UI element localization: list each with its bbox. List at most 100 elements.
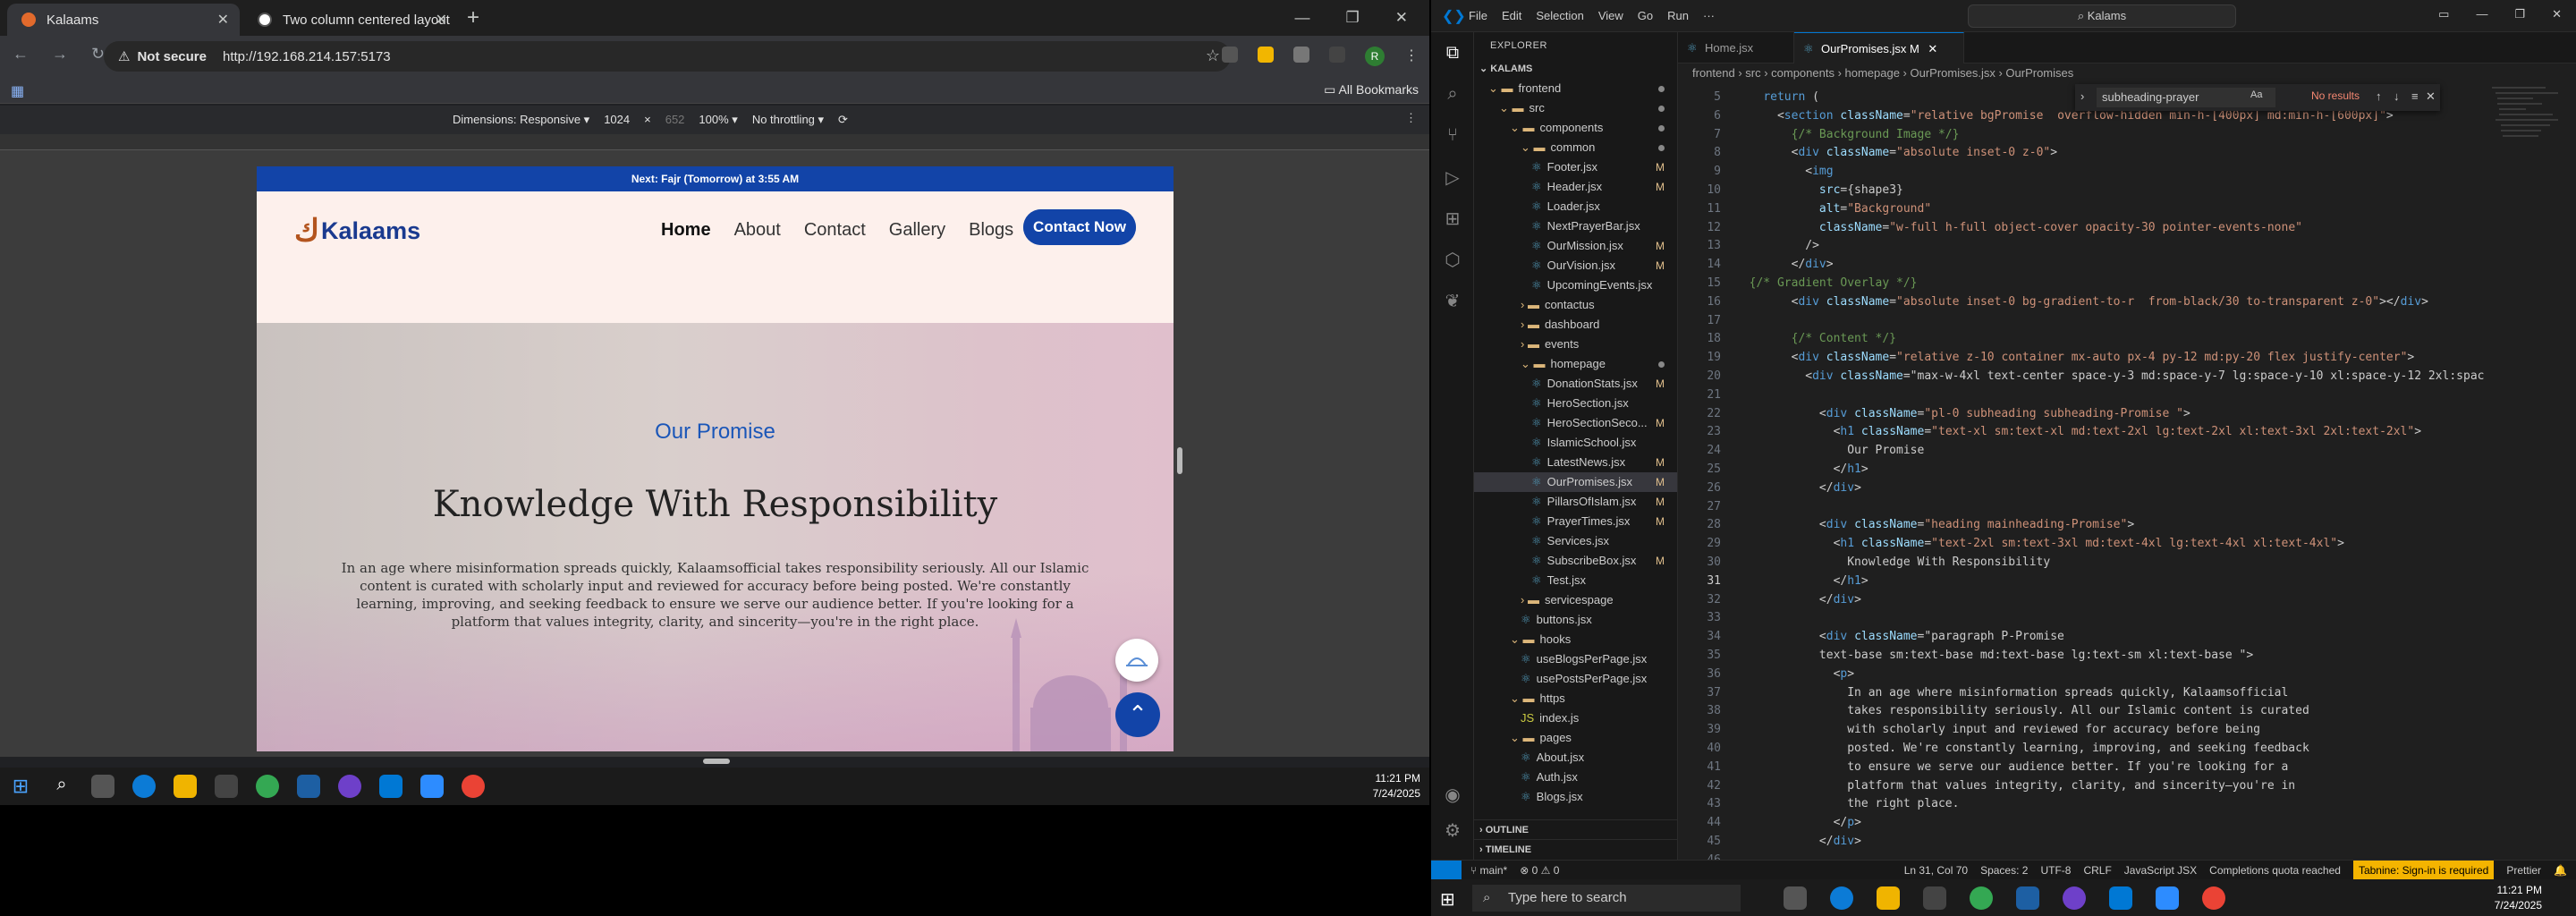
explorer-item[interactable]: ⌄ ▬ components bbox=[1474, 118, 1677, 138]
explorer-item[interactable]: ⚛ usePostsPerPage.jsx bbox=[1474, 669, 1677, 689]
chrome-icon[interactable] bbox=[1970, 886, 1993, 910]
back-icon[interactable]: ← bbox=[13, 45, 29, 64]
zoom-icon[interactable] bbox=[420, 775, 444, 798]
vscode-icon[interactable] bbox=[2109, 886, 2132, 910]
chrome-icon[interactable] bbox=[256, 775, 279, 798]
contact-now-button[interactable]: Contact Now bbox=[1023, 209, 1136, 245]
browser-tab-kalaams[interactable]: Kalaams ✕ bbox=[7, 4, 240, 36]
app-icon[interactable] bbox=[2016, 886, 2039, 910]
explorer-item[interactable]: ⌄ ▬ frontend bbox=[1474, 79, 1677, 98]
explorer-item[interactable]: ⚛ PillarsOfIslam.jsx M bbox=[1474, 492, 1677, 512]
minimap[interactable] bbox=[2492, 83, 2563, 262]
github-icon[interactable] bbox=[338, 775, 361, 798]
chevron-right-icon[interactable]: › bbox=[2080, 89, 2084, 103]
remote-indicator[interactable] bbox=[1431, 861, 1462, 880]
minimize-icon[interactable]: — bbox=[2476, 7, 2487, 21]
dimensions-select[interactable]: Dimensions: Responsive ▾ bbox=[453, 113, 589, 127]
store-icon[interactable] bbox=[1923, 886, 1946, 910]
nav-contact[interactable]: Contact bbox=[804, 220, 866, 241]
extensions-icon[interactable]: ⊞ bbox=[1442, 208, 1463, 229]
explorer-item[interactable]: ⌄ ▬ src bbox=[1474, 98, 1677, 118]
tab-home-jsx[interactable]: ⚛ Home.jsx bbox=[1678, 32, 1794, 64]
explorer-item[interactable]: › ▬ servicespage bbox=[1474, 590, 1677, 610]
zoom-icon[interactable] bbox=[2156, 886, 2179, 910]
height-input[interactable]: 652 bbox=[665, 113, 685, 127]
language-mode[interactable]: JavaScript JSX bbox=[2124, 861, 2197, 880]
run-debug-icon[interactable]: ▷ bbox=[1442, 166, 1463, 188]
layout-icon[interactable]: ▭ bbox=[2438, 7, 2449, 21]
nav-gallery[interactable]: Gallery bbox=[889, 220, 945, 241]
file-explorer-icon[interactable] bbox=[1877, 886, 1900, 910]
zoom-select[interactable]: 100% ▾ bbox=[699, 113, 737, 127]
close-window-icon[interactable]: ✕ bbox=[1395, 9, 1408, 27]
close-icon[interactable]: ✕ bbox=[2426, 89, 2436, 104]
explorer-item[interactable]: ⚛ SubscribeBox.jsx M bbox=[1474, 551, 1677, 571]
explorer-item[interactable]: ⚛ PrayerTimes.jsx M bbox=[1474, 512, 1677, 531]
menu-go[interactable]: Go bbox=[1638, 9, 1653, 22]
outline-section[interactable]: › OUTLINE bbox=[1474, 819, 1677, 839]
encoding[interactable]: UTF-8 bbox=[2040, 861, 2071, 880]
close-tab-icon[interactable]: ✕ bbox=[1928, 42, 1937, 55]
menu-more[interactable]: ··· bbox=[1703, 9, 1715, 22]
menu-run[interactable]: Run bbox=[1667, 9, 1689, 22]
explorer-item[interactable]: ⚛ Header.jsx M bbox=[1474, 177, 1677, 197]
extension-icon[interactable] bbox=[1222, 47, 1238, 63]
leaf-icon[interactable]: ❦ bbox=[1442, 290, 1463, 311]
app-icon[interactable] bbox=[297, 775, 320, 798]
problems-indicator[interactable]: ⊗ 0 ⚠ 0 bbox=[1520, 861, 1559, 880]
nav-about[interactable]: About bbox=[734, 220, 781, 241]
explorer-item[interactable]: ⚛ HeroSectionSeco... M bbox=[1474, 413, 1677, 433]
close-tab-icon[interactable]: ✕ bbox=[217, 11, 229, 29]
resize-handle-bottom[interactable] bbox=[703, 759, 730, 764]
search-icon[interactable]: ⌕ bbox=[50, 775, 73, 798]
download-icon[interactable] bbox=[1329, 47, 1345, 63]
timeline-section[interactable]: › TIMELINE bbox=[1474, 839, 1677, 859]
edge-icon[interactable] bbox=[132, 775, 156, 798]
explorer-item[interactable]: ⌄ ▬ hooks bbox=[1474, 630, 1677, 649]
github-icon[interactable] bbox=[2063, 886, 2086, 910]
explorer-item[interactable]: › ▬ events bbox=[1474, 335, 1677, 354]
file-explorer-icon[interactable] bbox=[174, 775, 197, 798]
explorer-item[interactable]: ⚛ IslamicSchool.jsx bbox=[1474, 433, 1677, 453]
clock[interactable]: 11:21 PM 7/24/2025 bbox=[2495, 883, 2542, 913]
source-control-icon[interactable]: ⑂ bbox=[1442, 125, 1463, 147]
explorer-item[interactable]: ⚛ Test.jsx bbox=[1474, 571, 1677, 590]
task-view-icon[interactable] bbox=[91, 775, 114, 798]
explorer-item[interactable]: ⌄ ▬ common bbox=[1474, 138, 1677, 157]
nav-home[interactable]: Home bbox=[661, 220, 711, 241]
maximize-icon[interactable]: ❐ bbox=[2514, 7, 2525, 21]
windows-start-icon[interactable]: ⊞ bbox=[9, 775, 32, 798]
task-view-icon[interactable] bbox=[1784, 886, 1807, 910]
gear-icon[interactable]: ⚙ bbox=[1442, 819, 1463, 841]
completions-quota[interactable]: Completions quota reached bbox=[2209, 861, 2341, 880]
remote-icon[interactable]: ⬡ bbox=[1442, 249, 1463, 270]
bookmark-star-icon[interactable]: ☆ bbox=[1206, 47, 1220, 65]
browser-tab-layout[interactable]: Two column centered layout ✕ bbox=[243, 4, 458, 36]
vscode-icon[interactable] bbox=[379, 775, 402, 798]
apps-grid-icon[interactable]: ▦ bbox=[11, 82, 24, 100]
avatar[interactable]: R bbox=[1365, 47, 1385, 66]
arrow-down-icon[interactable]: ↓ bbox=[2394, 89, 2400, 103]
explorer-item[interactable]: ⚛ About.jsx bbox=[1474, 748, 1677, 768]
explorer-item[interactable]: ⚛ OurMission.jsx M bbox=[1474, 236, 1677, 256]
match-case-icon[interactable]: Aa bbox=[2250, 89, 2262, 100]
workspace-root[interactable]: ⌄ KALAMS bbox=[1474, 59, 1677, 79]
extension-icon[interactable] bbox=[1258, 47, 1274, 63]
new-tab-icon[interactable]: + bbox=[467, 5, 479, 30]
explorer-item[interactable]: › ▬ dashboard bbox=[1474, 315, 1677, 335]
tab-ourpromises-jsx[interactable]: ⚛ OurPromises.jsx M ✕ bbox=[1794, 32, 1964, 64]
close-tab-icon[interactable]: ✕ bbox=[436, 11, 447, 29]
command-center[interactable]: ⌕ Kalams bbox=[1968, 4, 2236, 28]
windows-start-icon[interactable]: ⊞ bbox=[1440, 888, 1455, 911]
resize-handle-right[interactable] bbox=[1177, 447, 1182, 474]
explorer-item[interactable]: ⚛ useBlogsPerPage.jsx bbox=[1474, 649, 1677, 669]
explorer-icon[interactable]: ⧉ bbox=[1442, 43, 1463, 64]
explorer-item[interactable]: ⚛ LatestNews.jsx M bbox=[1474, 453, 1677, 472]
explorer-item[interactable]: JS index.js bbox=[1474, 708, 1677, 728]
prettier-status[interactable]: Prettier bbox=[2506, 861, 2541, 880]
account-icon[interactable]: ◉ bbox=[1442, 784, 1463, 805]
prayer-widget-button[interactable] bbox=[1115, 639, 1158, 682]
menu-view[interactable]: View bbox=[1598, 9, 1623, 22]
menu-edit[interactable]: Edit bbox=[1502, 9, 1521, 22]
puzzle-icon[interactable] bbox=[1293, 47, 1309, 63]
